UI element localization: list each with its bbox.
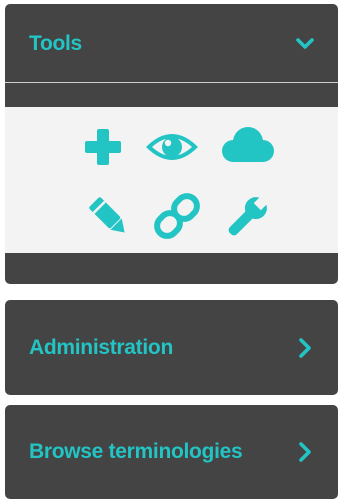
chevron-right-icon[interactable] <box>294 337 316 359</box>
plus-icon[interactable] <box>81 125 125 169</box>
browse-terminologies-panel-title: Browse terminologies <box>29 440 243 463</box>
chevron-right-icon[interactable] <box>294 441 316 463</box>
tools-panel-divider <box>5 82 338 83</box>
link-icon[interactable] <box>152 191 202 241</box>
administration-panel-header[interactable]: Administration <box>5 300 338 395</box>
cloud-icon[interactable] <box>217 123 277 169</box>
browse-terminologies-panel-header[interactable]: Browse terminologies <box>5 405 338 499</box>
administration-panel: Administration <box>5 300 338 395</box>
administration-panel-title: Administration <box>29 335 173 359</box>
tools-panel-header[interactable]: Tools <box>5 4 338 84</box>
tools-icon-grid <box>5 107 338 253</box>
tools-panel: Tools <box>5 4 338 284</box>
chevron-down-icon[interactable] <box>294 33 316 55</box>
pencil-icon[interactable] <box>85 193 133 241</box>
browse-terminologies-panel: Browse terminologies <box>5 405 338 499</box>
eye-icon[interactable] <box>142 127 202 167</box>
wrench-icon[interactable] <box>221 193 271 243</box>
tools-panel-title: Tools <box>29 32 82 55</box>
